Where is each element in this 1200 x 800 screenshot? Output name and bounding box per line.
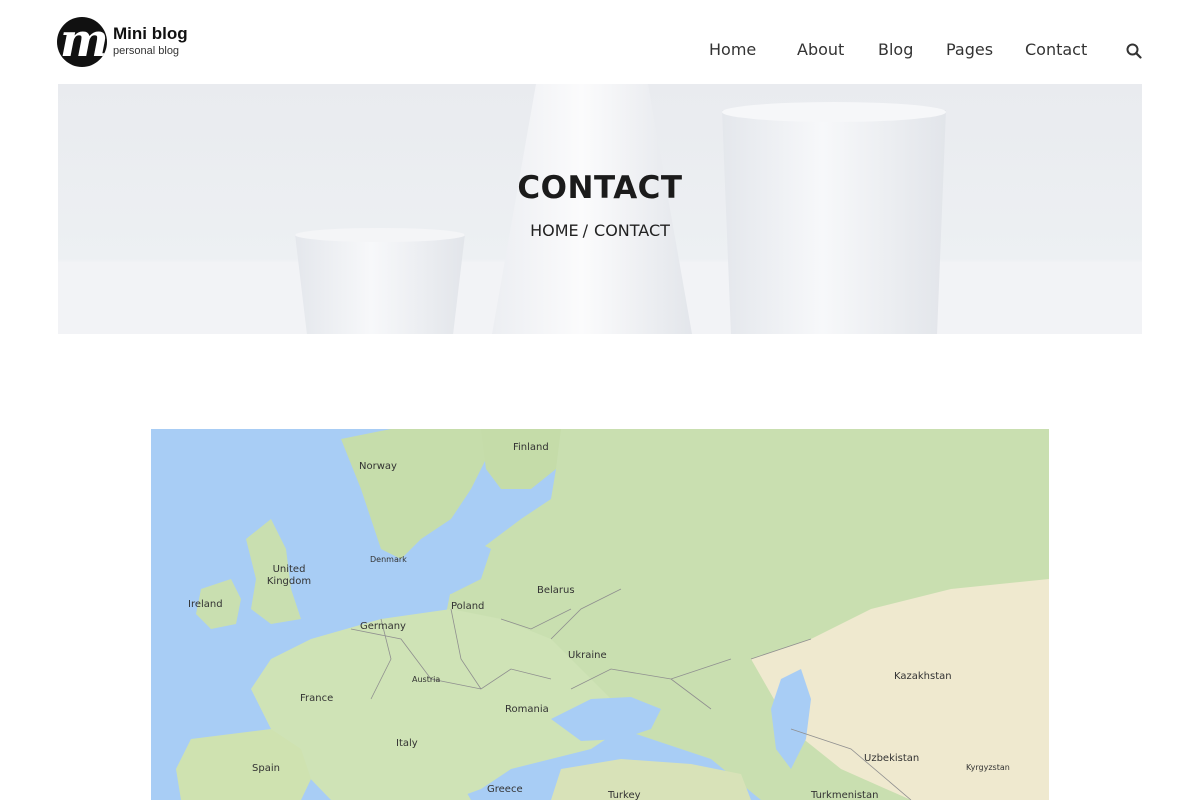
page-title: CONTACT: [517, 170, 683, 206]
map-label-denmark: Denmark: [370, 555, 407, 564]
map-label-ireland: Ireland: [188, 599, 223, 610]
site-title[interactable]: Mini blog: [113, 24, 188, 44]
map-label-norway: Norway: [359, 461, 397, 472]
logo-icon: m: [57, 17, 107, 67]
map-label-spain: Spain: [252, 763, 280, 774]
nav-pages[interactable]: Pages: [946, 40, 993, 59]
banner-cup-left-image: [295, 234, 465, 334]
page-banner: CONTACT HOME / CONTACT: [58, 84, 1142, 334]
map-label-turkmenistan: Turkmenistan: [811, 790, 879, 800]
map-label-kyrgyzstan: Kyrgyzstan: [966, 763, 1010, 772]
location-map[interactable]: Finland Norway Denmark United Kingdom Ir…: [151, 429, 1049, 800]
map-label-greece: Greece: [487, 784, 523, 795]
map-label-austria: Austria: [412, 675, 441, 684]
banner-cone-image: [492, 84, 692, 334]
map-label-italy: Italy: [396, 738, 418, 749]
site-logo[interactable]: m Mini blog personal blog: [57, 17, 188, 67]
site-subtitle: personal blog: [113, 45, 180, 57]
nav-contact[interactable]: Contact: [1025, 40, 1087, 59]
map-label-poland: Poland: [451, 601, 485, 612]
map-label-uzbekistan: Uzbekistan: [864, 753, 920, 764]
breadcrumb-separator: /: [582, 221, 589, 240]
map-label-turkey: Turkey: [608, 790, 641, 800]
map-label-belarus: Belarus: [537, 585, 575, 596]
breadcrumb: HOME / CONTACT: [58, 221, 1142, 240]
map-label-kazakhstan: Kazakhstan: [894, 671, 952, 682]
map-label-germany: Germany: [360, 621, 406, 632]
map-terrain: [176, 429, 1049, 800]
map-label-romania: Romania: [505, 704, 549, 715]
breadcrumb-home[interactable]: HOME: [530, 221, 579, 240]
map-label-ukraine: Ukraine: [568, 650, 607, 661]
nav-about[interactable]: About: [797, 40, 844, 59]
site-header: m Mini blog personal blog Home About Blo…: [0, 0, 1200, 84]
map-label-finland: Finland: [513, 442, 549, 453]
breadcrumb-current: CONTACT: [594, 221, 670, 240]
map-label-france: France: [300, 693, 334, 704]
nav-home[interactable]: Home: [709, 40, 756, 59]
map-label-united-kingdom: United Kingdom: [266, 564, 312, 587]
nav-blog[interactable]: Blog: [878, 40, 913, 59]
search-icon[interactable]: [1126, 43, 1142, 59]
